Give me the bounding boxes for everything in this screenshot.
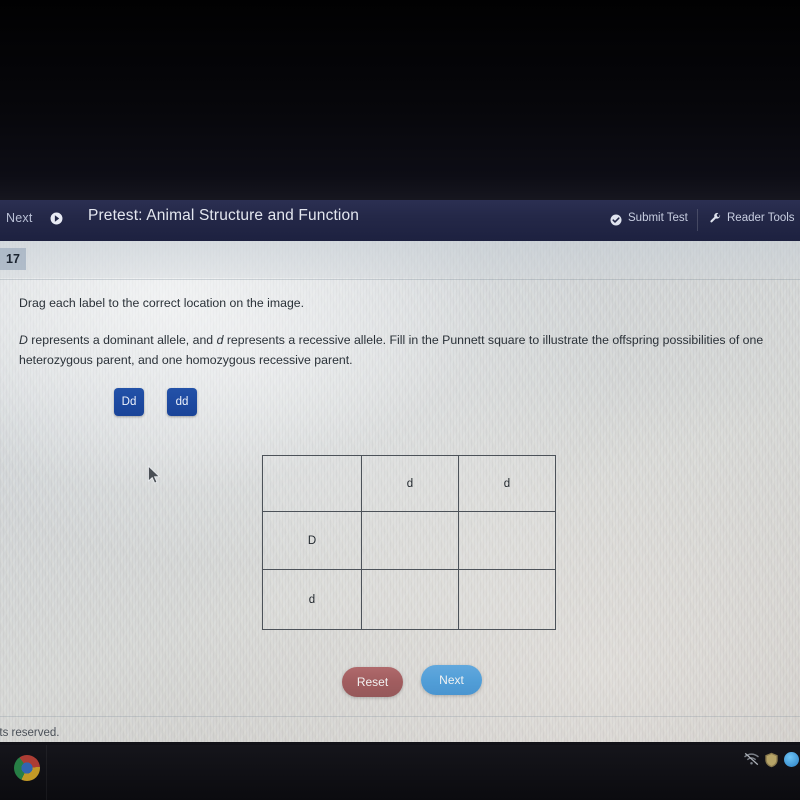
check-circle-icon[interactable] <box>610 213 622 226</box>
nav-next-button[interactable]: Next <box>6 211 33 225</box>
reset-button[interactable]: Reset <box>342 667 403 697</box>
submit-test-button[interactable]: Submit Test <box>628 212 688 224</box>
punnett-dropzone-r2c1[interactable] <box>362 570 459 630</box>
stem-text-a: represents a dominant allele, and <box>27 333 217 347</box>
page-title: Pretest: Animal Structure and Function <box>88 207 360 224</box>
punnett-square-grid: d d D d <box>262 455 556 630</box>
punnett-header-row-2: d <box>262 570 362 630</box>
reader-tools-button[interactable]: Reader Tools <box>727 212 795 224</box>
question-number-badge: 17 <box>0 248 26 270</box>
taskbar-separator <box>46 745 47 800</box>
drag-label-dd-heterozygous[interactable]: Dd <box>114 388 144 416</box>
footer-divider <box>0 716 800 717</box>
shield-icon[interactable] <box>764 752 779 768</box>
punnett-header-col-2: d <box>459 455 556 512</box>
appbar-divider <box>697 209 698 231</box>
chrome-icon[interactable] <box>14 755 40 781</box>
network-muted-icon[interactable] <box>743 752 760 766</box>
mouse-cursor-icon <box>147 465 161 485</box>
arrow-right-circle-icon[interactable] <box>50 212 63 225</box>
question-stem-text: D represents a dominant allele, and d re… <box>19 331 767 371</box>
screenshot-root: Next Pretest: Animal Structure and Funct… <box>0 0 800 800</box>
test-app-bar: Next Pretest: Animal Structure and Funct… <box>0 200 800 241</box>
punnett-dropzone-r2c2[interactable] <box>459 570 556 630</box>
question-strip-rule <box>0 279 800 280</box>
punnett-header-row-1: D <box>262 512 362 570</box>
os-taskbar <box>0 745 800 800</box>
drag-instruction-text: Drag each label to the correct location … <box>19 296 305 310</box>
drag-label-dd-recessive[interactable]: dd <box>167 388 197 416</box>
question-strip <box>0 241 800 278</box>
punnett-cell-corner <box>262 455 362 512</box>
browser-viewport: Next Pretest: Animal Structure and Funct… <box>0 200 800 745</box>
punnett-header-col-1: d <box>362 455 459 512</box>
stem-allele-dominant: D <box>19 333 28 347</box>
punnett-dropzone-r1c2[interactable] <box>459 512 556 570</box>
laptop-bezel-top <box>0 0 800 200</box>
punnett-dropzone-r1c1[interactable] <box>362 512 459 570</box>
copyright-text: nts reserved. <box>0 727 60 739</box>
user-avatar-icon[interactable] <box>784 752 799 767</box>
next-button[interactable]: Next <box>421 665 482 695</box>
wrench-icon[interactable] <box>709 212 722 225</box>
